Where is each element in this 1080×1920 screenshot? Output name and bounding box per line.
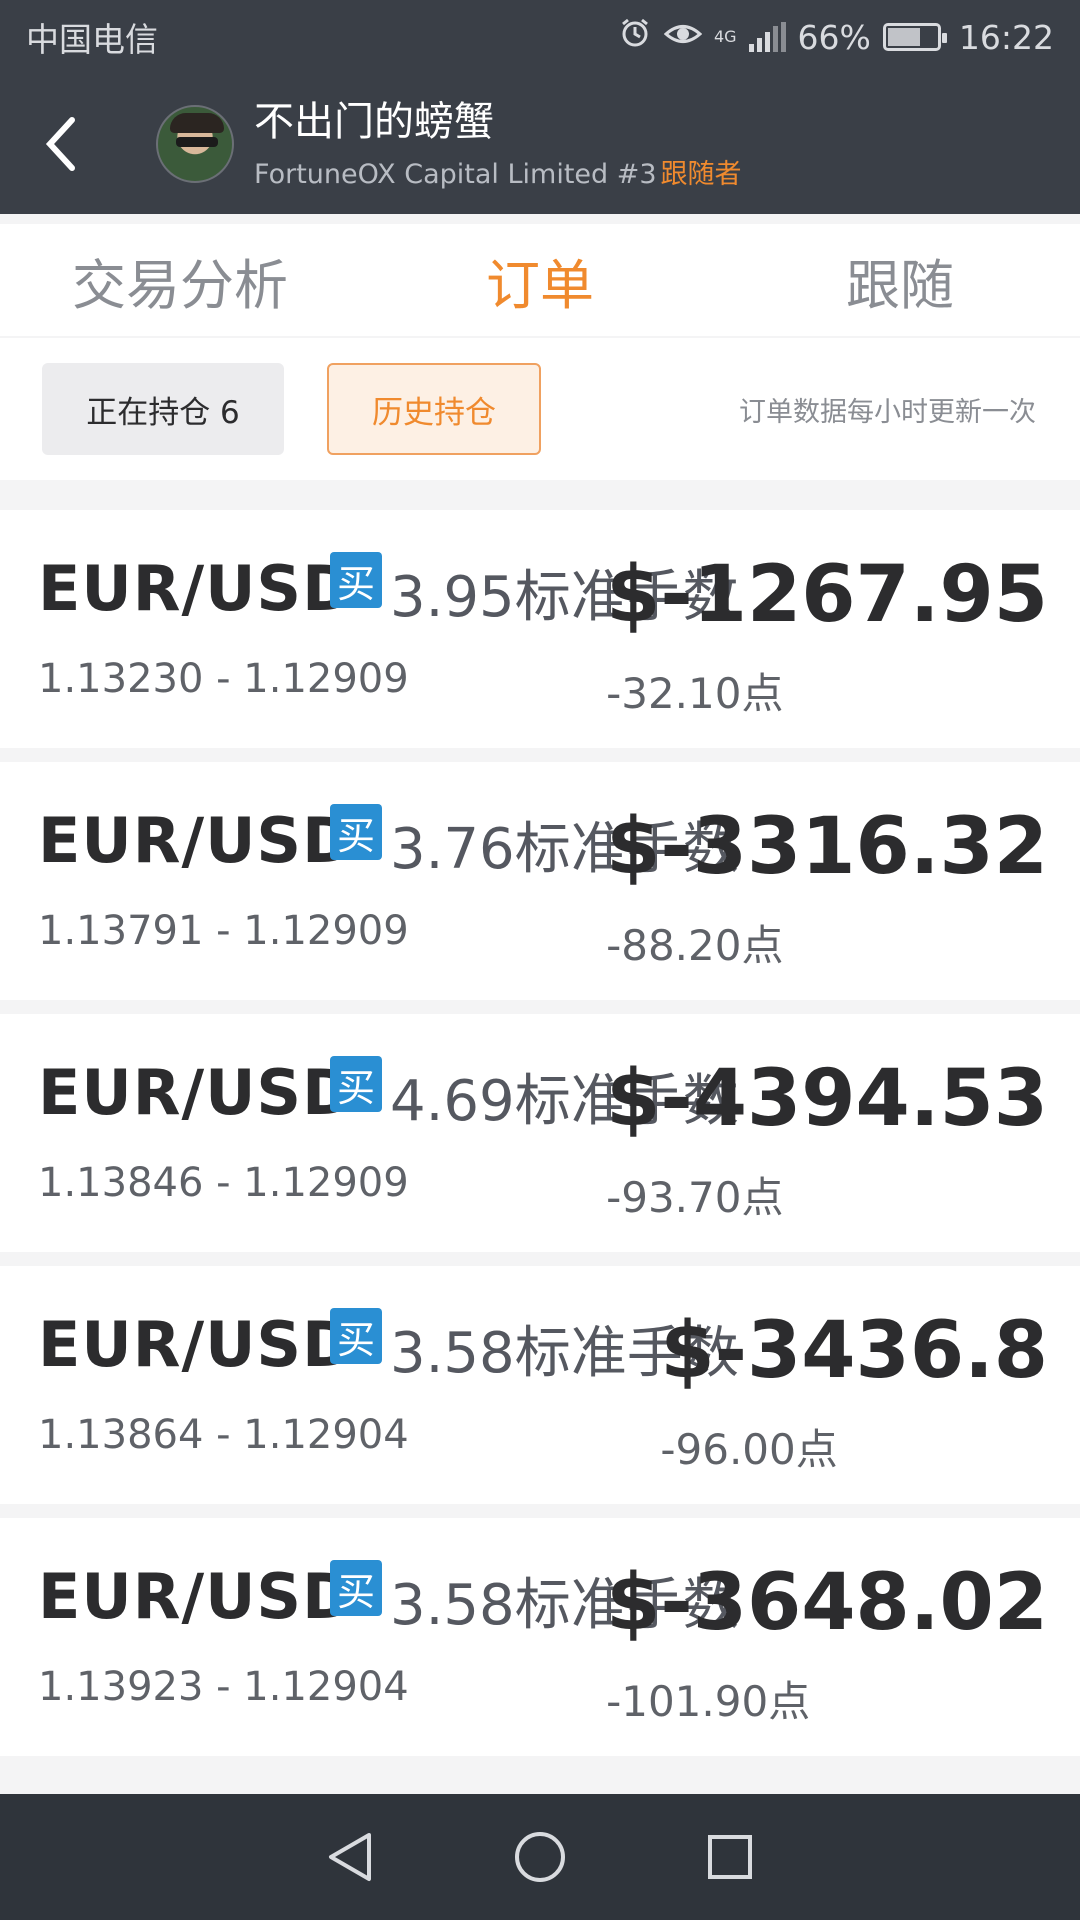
price-range: 1.13846 - 1.12909 [38, 1160, 409, 1206]
buy-badge: 买 [330, 1560, 382, 1616]
buy-badge: 买 [330, 1308, 382, 1364]
buy-badge: 买 [330, 552, 382, 608]
account-line: FortuneOX Capital Limited #3 跟随者 [254, 152, 742, 191]
signal-icon [748, 22, 786, 52]
update-note: 订单数据每小时更新一次 [739, 396, 1036, 428]
price-range: 1.13864 - 1.12904 [38, 1412, 409, 1458]
open-positions-button[interactable]: 正在持仓 6 [42, 363, 284, 455]
currency-pair: EUR/USD [38, 552, 355, 625]
alarm-icon [618, 16, 652, 58]
battery-percent: 66% [797, 17, 871, 57]
price-range: 1.13791 - 1.12909 [38, 908, 409, 954]
tab-bar: 交易分析 订单 跟随 [0, 224, 1080, 336]
currency-pair: EUR/USD [38, 1056, 355, 1129]
avatar-hair [170, 113, 224, 133]
currency-pair: EUR/USD [38, 1308, 355, 1381]
profit-amount: $-4394.53 [606, 1054, 1048, 1144]
back-button[interactable] [0, 74, 120, 214]
order-row[interactable]: EUR/USD 买 3.76标准手数 1.13791 - 1.12909 $-3… [0, 762, 1080, 1000]
pips-value: -93.70点 [606, 1173, 784, 1222]
system-navigation-bar [0, 1794, 1080, 1920]
pips-value: -88.20点 [606, 921, 784, 970]
profit-amount: $-3316.32 [606, 802, 1048, 892]
pips-value: -32.10点 [606, 669, 784, 718]
eye-icon [663, 18, 703, 57]
follower-label[interactable]: 跟随者 [661, 159, 742, 190]
order-row[interactable]: EUR/USD 买 3.58标准手数 1.13923 - 1.12904 $-3… [0, 1518, 1080, 1756]
currency-pair: EUR/USD [38, 1560, 355, 1633]
profit-amount: $-3648.02 [606, 1558, 1048, 1648]
home-nav-icon[interactable] [510, 1827, 570, 1887]
header-text: 不出门的螃蟹 FortuneOX Capital Limited #3 跟随者 [254, 98, 742, 191]
price-range: 1.13923 - 1.12904 [38, 1664, 409, 1710]
tab-follow[interactable]: 跟随 [720, 224, 1080, 336]
price-range: 1.13230 - 1.12909 [38, 656, 409, 702]
tab-trade-analysis[interactable]: 交易分析 [0, 224, 360, 336]
battery-icon [882, 23, 947, 51]
battery-level [887, 28, 920, 46]
tab-orders[interactable]: 订单 [360, 224, 720, 336]
buy-badge: 买 [330, 804, 382, 860]
back-nav-icon[interactable] [320, 1827, 380, 1887]
clock: 16:22 [958, 17, 1054, 57]
header: 不出门的螃蟹 FortuneOX Capital Limited #3 跟随者 [0, 74, 1080, 214]
order-row[interactable]: EUR/USD 买 4.69标准手数 1.13846 - 1.12909 $-4… [0, 1014, 1080, 1252]
order-row[interactable]: EUR/USD 买 3.95标准手数 1.13230 - 1.12909 $-1… [0, 510, 1080, 748]
user-name: 不出门的螃蟹 [254, 98, 494, 145]
history-positions-button[interactable]: 历史持仓 [327, 363, 541, 455]
profit-amount: $-3436.8 [660, 1306, 1048, 1396]
network-type-label: 4G [713, 27, 737, 46]
recents-nav-icon[interactable] [700, 1827, 760, 1887]
chevron-left-icon [45, 117, 75, 171]
account-name: FortuneOX Capital Limited #3 [254, 158, 657, 190]
avatar[interactable] [156, 105, 234, 183]
pips-value: -96.00点 [660, 1425, 838, 1474]
filter-bar: 正在持仓 6 历史持仓 订单数据每小时更新一次 [0, 338, 1080, 480]
pips-value: -101.90点 [606, 1677, 811, 1726]
status-bar: 中国电信 4G 66% 16:22 [0, 0, 1080, 74]
profit-amount: $-1267.95 [606, 550, 1048, 640]
currency-pair: EUR/USD [38, 804, 355, 877]
order-row[interactable]: EUR/USD 买 3.58标准手数 1.13864 - 1.12904 $-3… [0, 1266, 1080, 1504]
avatar-glasses [176, 137, 218, 147]
carrier-label: 中国电信 [26, 20, 158, 59]
status-icons: 4G 66% 16:22 [618, 16, 1054, 58]
order-list: EUR/USD 买 3.95标准手数 1.13230 - 1.12909 $-1… [0, 510, 1080, 1770]
buy-badge: 买 [330, 1056, 382, 1112]
